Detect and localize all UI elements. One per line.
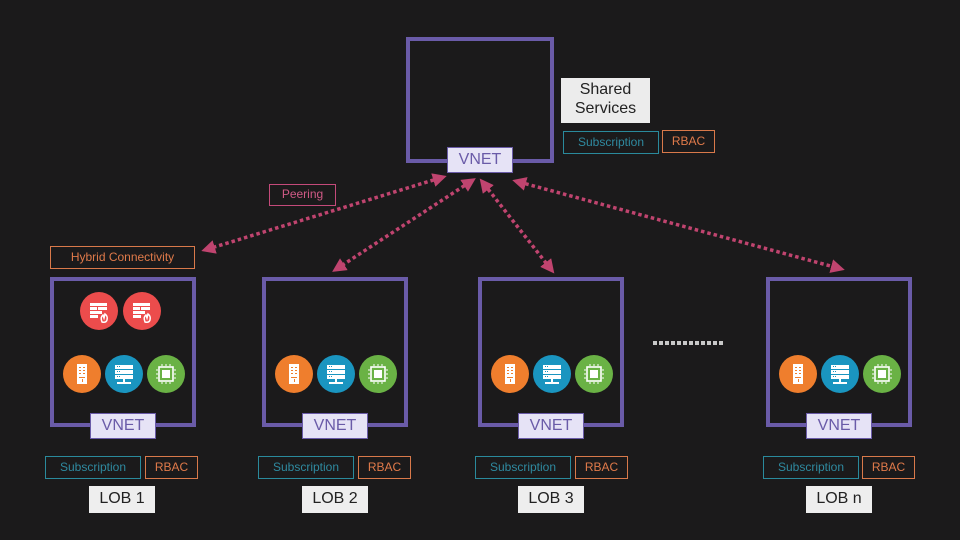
lob-2-vnet-label: VNET: [302, 413, 368, 439]
app-service-icon: [779, 355, 817, 393]
hybrid-connectivity-label: Hybrid Connectivity: [50, 246, 195, 269]
cpu-vm-icon: [863, 355, 901, 393]
firewall-icon: [123, 292, 161, 330]
more-lobs-ellipsis: [653, 341, 723, 345]
lob-1-vnet-label: VNET: [90, 413, 156, 439]
lob-4-vnet-label: VNET: [806, 413, 872, 439]
lob-2-subscription: Subscription: [258, 456, 354, 479]
lob-4-name: LOB n: [806, 486, 872, 513]
lob-1-rbac: RBAC: [145, 456, 198, 479]
lob-3-vnet-label: VNET: [518, 413, 584, 439]
peering-label: Peering: [269, 184, 336, 206]
lob-3-vnet: [478, 277, 624, 427]
lob-2-vnet: [262, 277, 408, 427]
server-network-icon: [105, 355, 143, 393]
lob-3-name: LOB 3: [518, 486, 584, 513]
lob-4-vnet: [766, 277, 912, 427]
lob-3-subscription: Subscription: [475, 456, 571, 479]
cpu-vm-icon: [575, 355, 613, 393]
peering-arrow-lob2: [332, 178, 476, 272]
lob-4-subscription: Subscription: [763, 456, 859, 479]
app-service-icon: [63, 355, 101, 393]
lob-1-subscription: Subscription: [45, 456, 141, 479]
server-network-icon: [317, 355, 355, 393]
lob-2-rbac: RBAC: [358, 456, 411, 479]
app-service-icon: [491, 355, 529, 393]
lob-3-rbac: RBAC: [575, 456, 628, 479]
peering-arrow-lob3: [479, 178, 555, 274]
firewall-icon: [80, 292, 118, 330]
lob-1-name: LOB 1: [89, 486, 155, 513]
server-network-icon: [533, 355, 571, 393]
app-service-icon: [275, 355, 313, 393]
shared-services-title: Shared Services: [561, 78, 650, 123]
shared-services-vnet: [406, 37, 554, 163]
shared-subscription: Subscription: [563, 131, 659, 154]
cpu-vm-icon: [359, 355, 397, 393]
peering-arrow-lobn: [512, 177, 845, 273]
lob-4-rbac: RBAC: [862, 456, 915, 479]
shared-rbac: RBAC: [662, 130, 715, 153]
cpu-vm-icon: [147, 355, 185, 393]
server-network-icon: [821, 355, 859, 393]
shared-vnet-label: VNET: [447, 147, 513, 173]
lob-2-name: LOB 2: [302, 486, 368, 513]
